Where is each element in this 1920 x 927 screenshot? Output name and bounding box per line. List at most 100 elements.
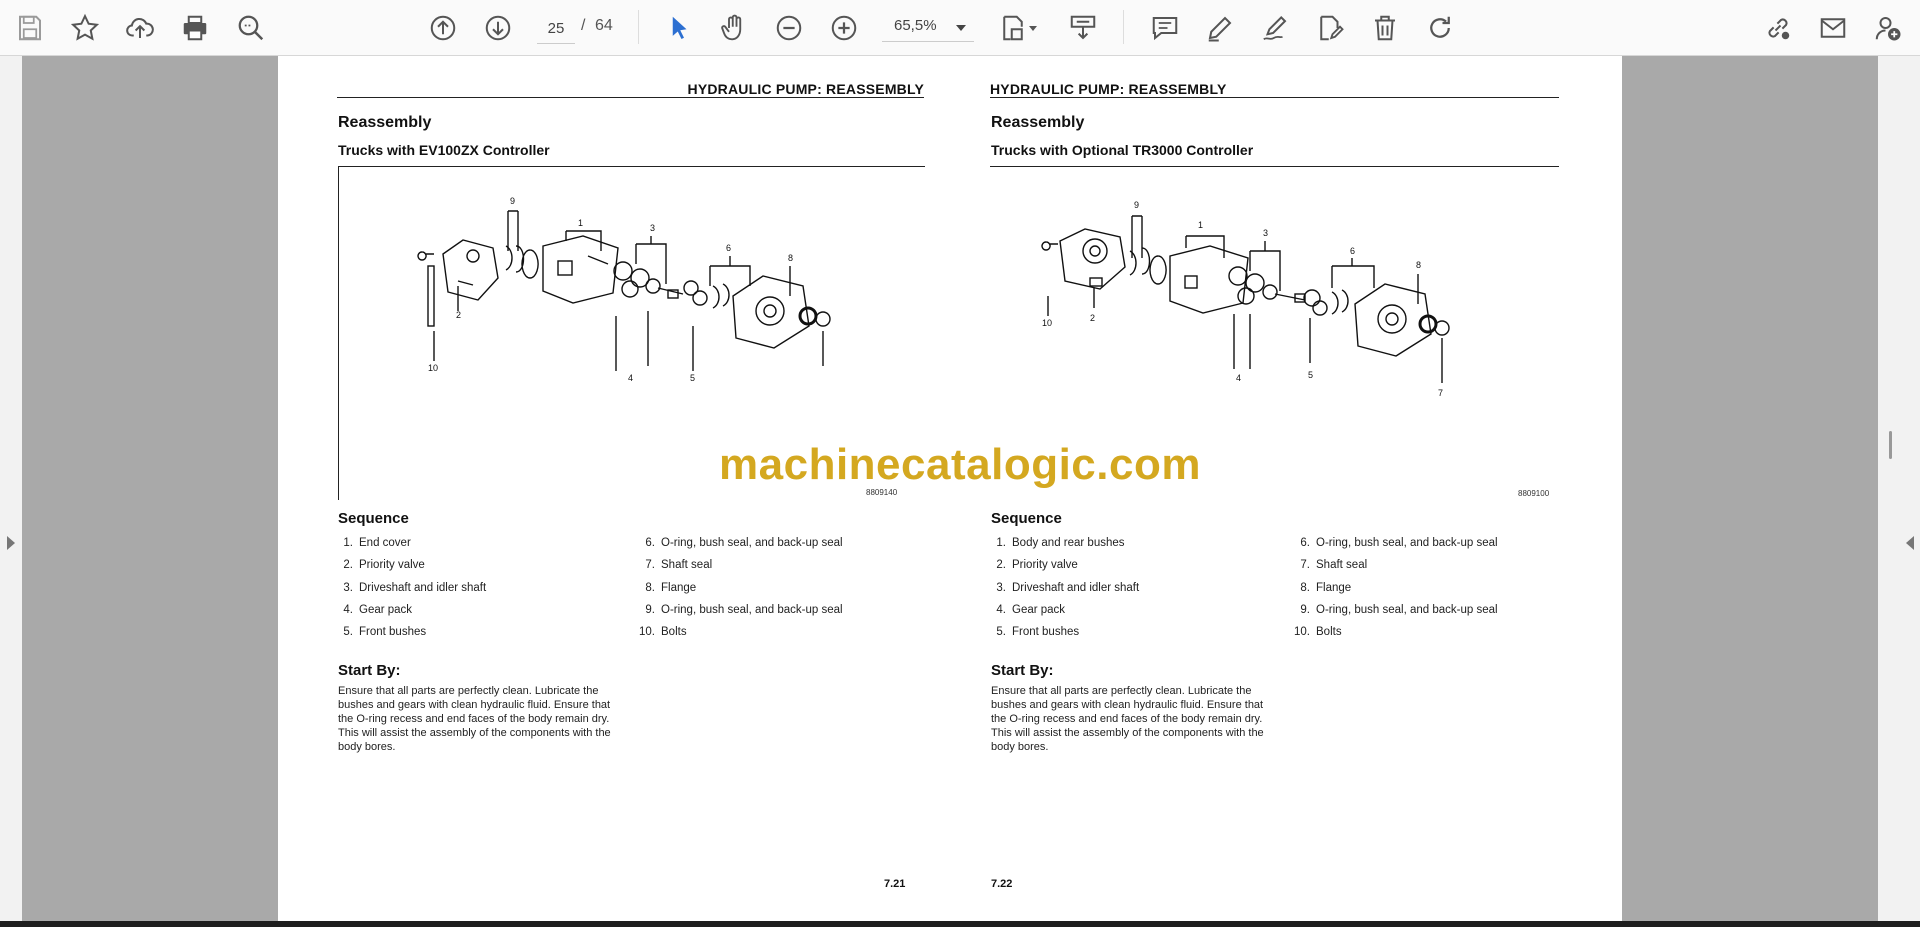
list-item: 6. O-ring, bush seal, and back-up seal (1300, 537, 1498, 549)
left-panel-gutter (0, 56, 22, 921)
toolbar-divider (1123, 10, 1124, 44)
sign-icon[interactable] (1255, 8, 1295, 48)
zoom-in-icon[interactable] (824, 8, 864, 48)
list-item: 1. End cover (343, 537, 411, 549)
list-item: 4. Gear pack (343, 603, 413, 616)
list-item: 8. Flange (645, 581, 697, 594)
header-rule (337, 97, 924, 98)
start-by-text: Ensure that all parts are perfectly clea… (338, 685, 611, 753)
delete-icon[interactable] (1365, 8, 1405, 48)
page-header: HYDRAULIC PUMP: REASSEMBLY (687, 81, 924, 97)
expand-left-panel-icon[interactable] (7, 536, 15, 550)
figure-code: 8809140 (866, 488, 898, 497)
add-user-icon[interactable] (1868, 8, 1908, 48)
share-link-icon[interactable] (1758, 8, 1798, 48)
svg-text:9: 9 (1134, 200, 1139, 210)
sequence-title: Sequence (338, 510, 409, 527)
svg-text:3: 3 (650, 223, 655, 233)
rotate-icon[interactable] (1420, 8, 1460, 48)
star-icon[interactable] (65, 8, 105, 48)
upload-icon[interactable] (120, 8, 160, 48)
page-fit-icon[interactable] (993, 8, 1037, 48)
section-subtitle: Trucks with Optional TR3000 Controller (991, 142, 1254, 158)
svg-text:10: 10 (1042, 318, 1052, 328)
svg-text:10: 10 (428, 363, 438, 373)
list-item: 8. Flange (1300, 581, 1352, 594)
list-item: 1. Body and rear bushes (996, 537, 1125, 549)
select-cursor-icon[interactable] (659, 8, 699, 48)
comment-icon[interactable] (1145, 8, 1185, 48)
edit-icon[interactable] (1310, 8, 1350, 48)
zoom-out-icon[interactable] (769, 8, 809, 48)
svg-text:2: 2 (456, 310, 461, 320)
svg-text:6: 6 (1350, 246, 1355, 256)
svg-text:7: 7 (1438, 388, 1443, 398)
right-panel-gutter (1878, 56, 1920, 921)
sequence-list-col1: 1. End cover 2. Priority valve 3. Driveshaf… (333, 532, 486, 643)
list-item: 5. Front bushes (343, 626, 427, 639)
start-by-text: Ensure that all parts are perfectly clea… (991, 685, 1264, 753)
zoom-select[interactable]: 65,5% (882, 13, 974, 42)
list-item: 4. Gear pack (996, 603, 1066, 616)
list-item: 3. Driveshaft and idler shaft (343, 581, 487, 594)
page-header: HYDRAULIC PUMP: REASSEMBLY (990, 81, 1227, 97)
mail-icon[interactable] (1813, 8, 1853, 48)
diagram-callout: 9 (510, 196, 515, 206)
svg-text:1: 1 (578, 218, 583, 228)
document-page-right: HYDRAULIC PUMP: REASSEMBLY Reassembly Tr… (950, 56, 1622, 921)
svg-text:3: 3 (1263, 228, 1268, 238)
print-icon[interactable] (175, 8, 215, 48)
sequence-list-col2: 6. O-ring, bush seal, and back-up seal 7.… (635, 532, 843, 643)
list-item: 7. Shaft seal (1300, 559, 1368, 572)
page-separator: / (581, 17, 586, 34)
list-item: 2. Priority valve (996, 559, 1078, 572)
svg-text:4: 4 (628, 373, 633, 383)
svg-text:5: 5 (690, 373, 695, 383)
bottom-edge (0, 921, 1920, 927)
section-title: Reassembly (991, 114, 1085, 131)
list-item: 10. Bolts (1294, 626, 1342, 639)
page-number-input[interactable] (537, 13, 575, 44)
next-page-icon[interactable] (478, 8, 518, 48)
prev-page-icon[interactable] (423, 8, 463, 48)
expand-right-panel-icon[interactable] (1906, 536, 1914, 550)
exploded-pump-diagram: 9 1 3 6 8 2 10 4 5 (417, 196, 831, 383)
section-title: Reassembly (338, 114, 432, 131)
list-item: 3. Driveshaft and idler shaft (996, 581, 1140, 594)
toolbar-divider (638, 10, 639, 44)
svg-text:2: 2 (1090, 313, 1095, 323)
start-by-title: Start By: (338, 662, 401, 679)
header-rule (990, 97, 1559, 98)
svg-text:5: 5 (1308, 370, 1313, 380)
section-subtitle: Trucks with EV100ZX Controller (338, 142, 550, 158)
hand-tool-icon[interactable] (714, 8, 754, 48)
save-icon[interactable] (10, 8, 50, 48)
chevron-down-icon (956, 25, 966, 31)
svg-text:8: 8 (788, 253, 793, 263)
zoom-value: 65,5% (894, 17, 937, 34)
zoom-search-icon[interactable] (231, 8, 271, 48)
list-item: 5. Front bushes (996, 626, 1080, 639)
svg-text:1: 1 (1198, 220, 1203, 230)
page-number: 7.21 (884, 878, 906, 890)
scroll-mode-icon[interactable] (1063, 8, 1103, 48)
list-item: 2. Priority valve (343, 559, 425, 572)
list-item: 10. Bolts (639, 626, 687, 639)
page-total: 64 (595, 17, 613, 34)
figure-code: 8809100 (1518, 489, 1550, 498)
svg-text:4: 4 (1236, 373, 1241, 383)
document-page-left: HYDRAULIC PUMP: REASSEMBLY Reassembly Tr… (278, 56, 951, 921)
svg-text:8: 8 (1416, 260, 1421, 270)
list-item: 9. O-ring, bush seal, and back-up seal (1300, 603, 1498, 616)
sequence-list-col2: 6. O-ring, bush seal, and back-up seal 7.… (1290, 532, 1498, 643)
sequence-title: Sequence (991, 510, 1062, 527)
list-item: 7. Shaft seal (645, 559, 713, 572)
page-number: 7.22 (991, 878, 1013, 890)
toolbar: / 64 65,5% (0, 0, 1920, 56)
svg-text:6: 6 (726, 243, 731, 253)
list-item: 9. O-ring, bush seal, and back-up seal (645, 603, 843, 616)
list-item: 6. O-ring, bush seal, and back-up seal (645, 537, 843, 549)
scrollbar-thumb[interactable] (1889, 431, 1892, 459)
pen-icon[interactable] (1200, 8, 1240, 48)
exploded-pump-diagram: 9 1 3 6 8 10 2 4 5 7 (1041, 200, 1450, 398)
